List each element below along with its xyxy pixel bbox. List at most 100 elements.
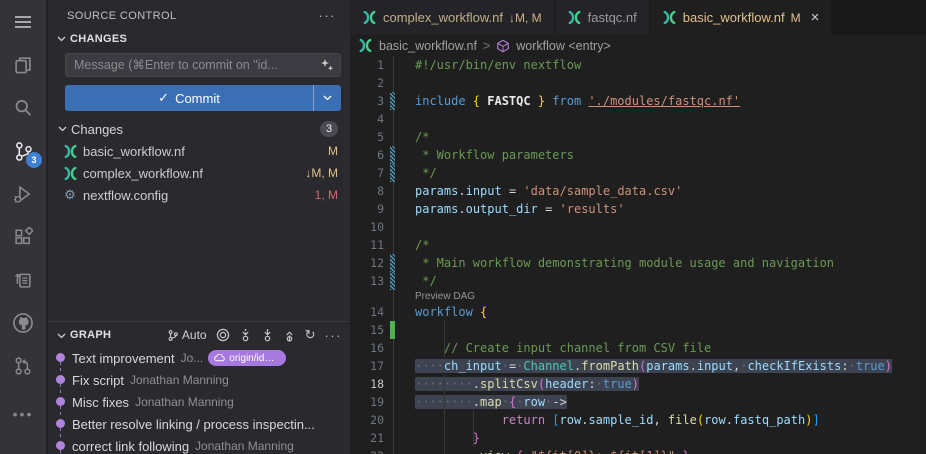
line-number[interactable]: 1: [350, 58, 384, 72]
code-line-12[interactable]: 12 * Main workflow demonstrating module …: [350, 254, 926, 272]
sidebar-more-icon[interactable]: ···: [319, 8, 337, 23]
code-text[interactable]: }: [384, 429, 480, 447]
breadcrumb-file[interactable]: basic_workflow.nf: [379, 39, 477, 53]
line-number[interactable]: 8: [350, 184, 384, 198]
close-icon[interactable]: ×: [811, 9, 820, 26]
changes-section-header[interactable]: CHANGES: [48, 29, 350, 49]
line-number[interactable]: 22: [350, 449, 384, 454]
search-icon[interactable]: [9, 94, 37, 122]
commit-message-input[interactable]: [74, 58, 320, 72]
commit-dropdown-chevron[interactable]: [313, 85, 341, 111]
line-number[interactable]: 15: [350, 323, 384, 337]
code-line-20[interactable]: 20 return [row.sample_id, file(row.fastq…: [350, 411, 926, 429]
line-number[interactable]: 6: [350, 148, 384, 162]
compare-docs-icon[interactable]: [9, 266, 37, 294]
code-line-19[interactable]: 19········.map·{·row·->: [350, 393, 926, 411]
branch-badge[interactable]: origin/ide-featu...: [208, 350, 286, 366]
tab-fastqc.nf[interactable]: fastqc.nf: [555, 0, 650, 35]
code-text[interactable]: * Main workflow demonstrating module usa…: [384, 254, 834, 272]
code-line-8[interactable]: 8params.input = 'data/sample_data.csv': [350, 182, 926, 200]
line-number[interactable]: 13: [350, 274, 384, 288]
source-control-icon[interactable]: 3: [9, 137, 37, 165]
graph-more-icon[interactable]: ···: [325, 328, 343, 343]
line-number[interactable]: 21: [350, 431, 384, 445]
code-text[interactable]: * Workflow parameters: [384, 146, 574, 164]
line-number[interactable]: 4: [350, 112, 384, 126]
line-number[interactable]: 17: [350, 359, 384, 373]
sparkle-icon[interactable]: [320, 58, 334, 72]
line-number[interactable]: 10: [350, 220, 384, 234]
code-line-17[interactable]: 17····ch_input·=·Channel.fromPath(params…: [350, 357, 926, 375]
commit-button[interactable]: ✓ Commit: [65, 85, 341, 111]
code-line-15[interactable]: 15: [350, 321, 926, 339]
code-line-11[interactable]: 11/*: [350, 236, 926, 254]
line-number[interactable]: 19: [350, 395, 384, 409]
tab-basic_workflow.nf[interactable]: basic_workflow.nfM×: [650, 0, 833, 35]
code-text[interactable]: params.input = 'data/sample_data.csv': [384, 182, 682, 200]
breadcrumb[interactable]: basic_workflow.nf > workflow <entry>: [350, 35, 926, 56]
line-number[interactable]: 11: [350, 238, 384, 252]
line-number[interactable]: 9: [350, 202, 384, 216]
code-text[interactable]: /*: [384, 236, 429, 254]
code-text[interactable]: /*: [384, 128, 429, 146]
line-number[interactable]: 18: [350, 377, 384, 391]
breadcrumb-symbol[interactable]: workflow <entry>: [516, 39, 610, 53]
file-row-complex_workflow.nf[interactable]: complex_workflow.nf↓M, M: [48, 162, 350, 184]
code-line-9[interactable]: 9params.output_dir = 'results': [350, 200, 926, 218]
code-line-21[interactable]: 21 }: [350, 429, 926, 447]
code-line-14[interactable]: 14workflow {: [350, 303, 926, 321]
code-line-22[interactable]: 22········.view·{ "${it[0]}: ${it[1]}" }: [350, 447, 926, 454]
code-text[interactable]: return [row.sample_id, file(row.fastq_pa…: [384, 411, 820, 429]
code-text[interactable]: ····ch_input·=·Channel.fromPath(params.i…: [384, 357, 892, 375]
commit-row[interactable]: Text improvementJo...origin/ide-featu...: [48, 347, 350, 369]
code-line-1[interactable]: 1#!/usr/bin/env nextflow: [350, 56, 926, 74]
line-number[interactable]: 12: [350, 256, 384, 270]
commit-row[interactable]: Better resolve linking / process inspect…: [48, 413, 350, 435]
code-text[interactable]: workflow {: [384, 303, 487, 321]
code-text[interactable]: params.output_dir = 'results': [384, 200, 625, 218]
line-number[interactable]: 16: [350, 341, 384, 355]
commit-row[interactable]: Fix scriptJonathan Manning: [48, 369, 350, 391]
code-line-4[interactable]: 4: [350, 110, 926, 128]
code-text[interactable]: // Create input channel from CSV file: [384, 339, 711, 357]
code-line-2[interactable]: 2: [350, 74, 926, 92]
more-icon[interactable]: •••: [9, 400, 37, 428]
code-line-6[interactable]: 6 * Workflow parameters: [350, 146, 926, 164]
extensions-icon[interactable]: [9, 223, 37, 251]
line-number[interactable]: 20: [350, 413, 384, 427]
code-text[interactable]: #!/usr/bin/env nextflow: [384, 56, 581, 74]
auto-branch-toggle[interactable]: Auto: [167, 328, 207, 342]
code-line-5[interactable]: 5/*: [350, 128, 926, 146]
fetch-icon[interactable]: [239, 328, 252, 342]
code-line-7[interactable]: 7 */: [350, 164, 926, 182]
file-row-basic_workflow.nf[interactable]: basic_workflow.nfM: [48, 140, 350, 162]
refresh-icon[interactable]: ↻: [305, 327, 316, 343]
commit-row[interactable]: Misc fixesJonathan Manning: [48, 391, 350, 413]
graph-section-header[interactable]: GRAPH Auto ↻ ···: [48, 322, 350, 347]
code-line-16[interactable]: 16 // Create input channel from CSV file: [350, 339, 926, 357]
tab-complex_workflow.nf[interactable]: complex_workflow.nf↓M, M: [350, 0, 555, 35]
code-line-18[interactable]: 18········.splitCsv(header:·true): [350, 375, 926, 393]
code-text[interactable]: include { FASTQC } from './modules/fastq…: [384, 92, 740, 110]
code-text[interactable]: ········.view·{ "${it[0]}: ${it[1]}" }: [384, 447, 690, 454]
line-number[interactable]: 3: [350, 94, 384, 108]
run-debug-icon[interactable]: [9, 180, 37, 208]
code-line-13[interactable]: 13 */: [350, 272, 926, 290]
codelens-preview-dag[interactable]: Preview DAG: [350, 290, 926, 303]
line-number[interactable]: 2: [350, 76, 384, 90]
code-text[interactable]: ········.map·{·row·->: [384, 393, 567, 411]
code-line-3[interactable]: 3include { FASTQC } from './modules/fast…: [350, 92, 926, 110]
pull-request-icon[interactable]: [9, 352, 37, 380]
push-icon[interactable]: [283, 328, 296, 342]
line-number[interactable]: 7: [350, 166, 384, 180]
menu-icon[interactable]: [9, 8, 37, 36]
target-icon[interactable]: [216, 328, 230, 342]
code-line-10[interactable]: 10: [350, 218, 926, 236]
code-text[interactable]: ········.splitCsv(header:·true): [384, 375, 639, 393]
changes-group-row[interactable]: Changes 3: [48, 118, 350, 140]
line-number[interactable]: 5: [350, 130, 384, 144]
files-icon[interactable]: [9, 51, 37, 79]
commit-row[interactable]: correct link followingJonathan Manning: [48, 435, 350, 454]
github-icon[interactable]: [9, 309, 37, 337]
pull-icon[interactable]: [261, 328, 274, 342]
